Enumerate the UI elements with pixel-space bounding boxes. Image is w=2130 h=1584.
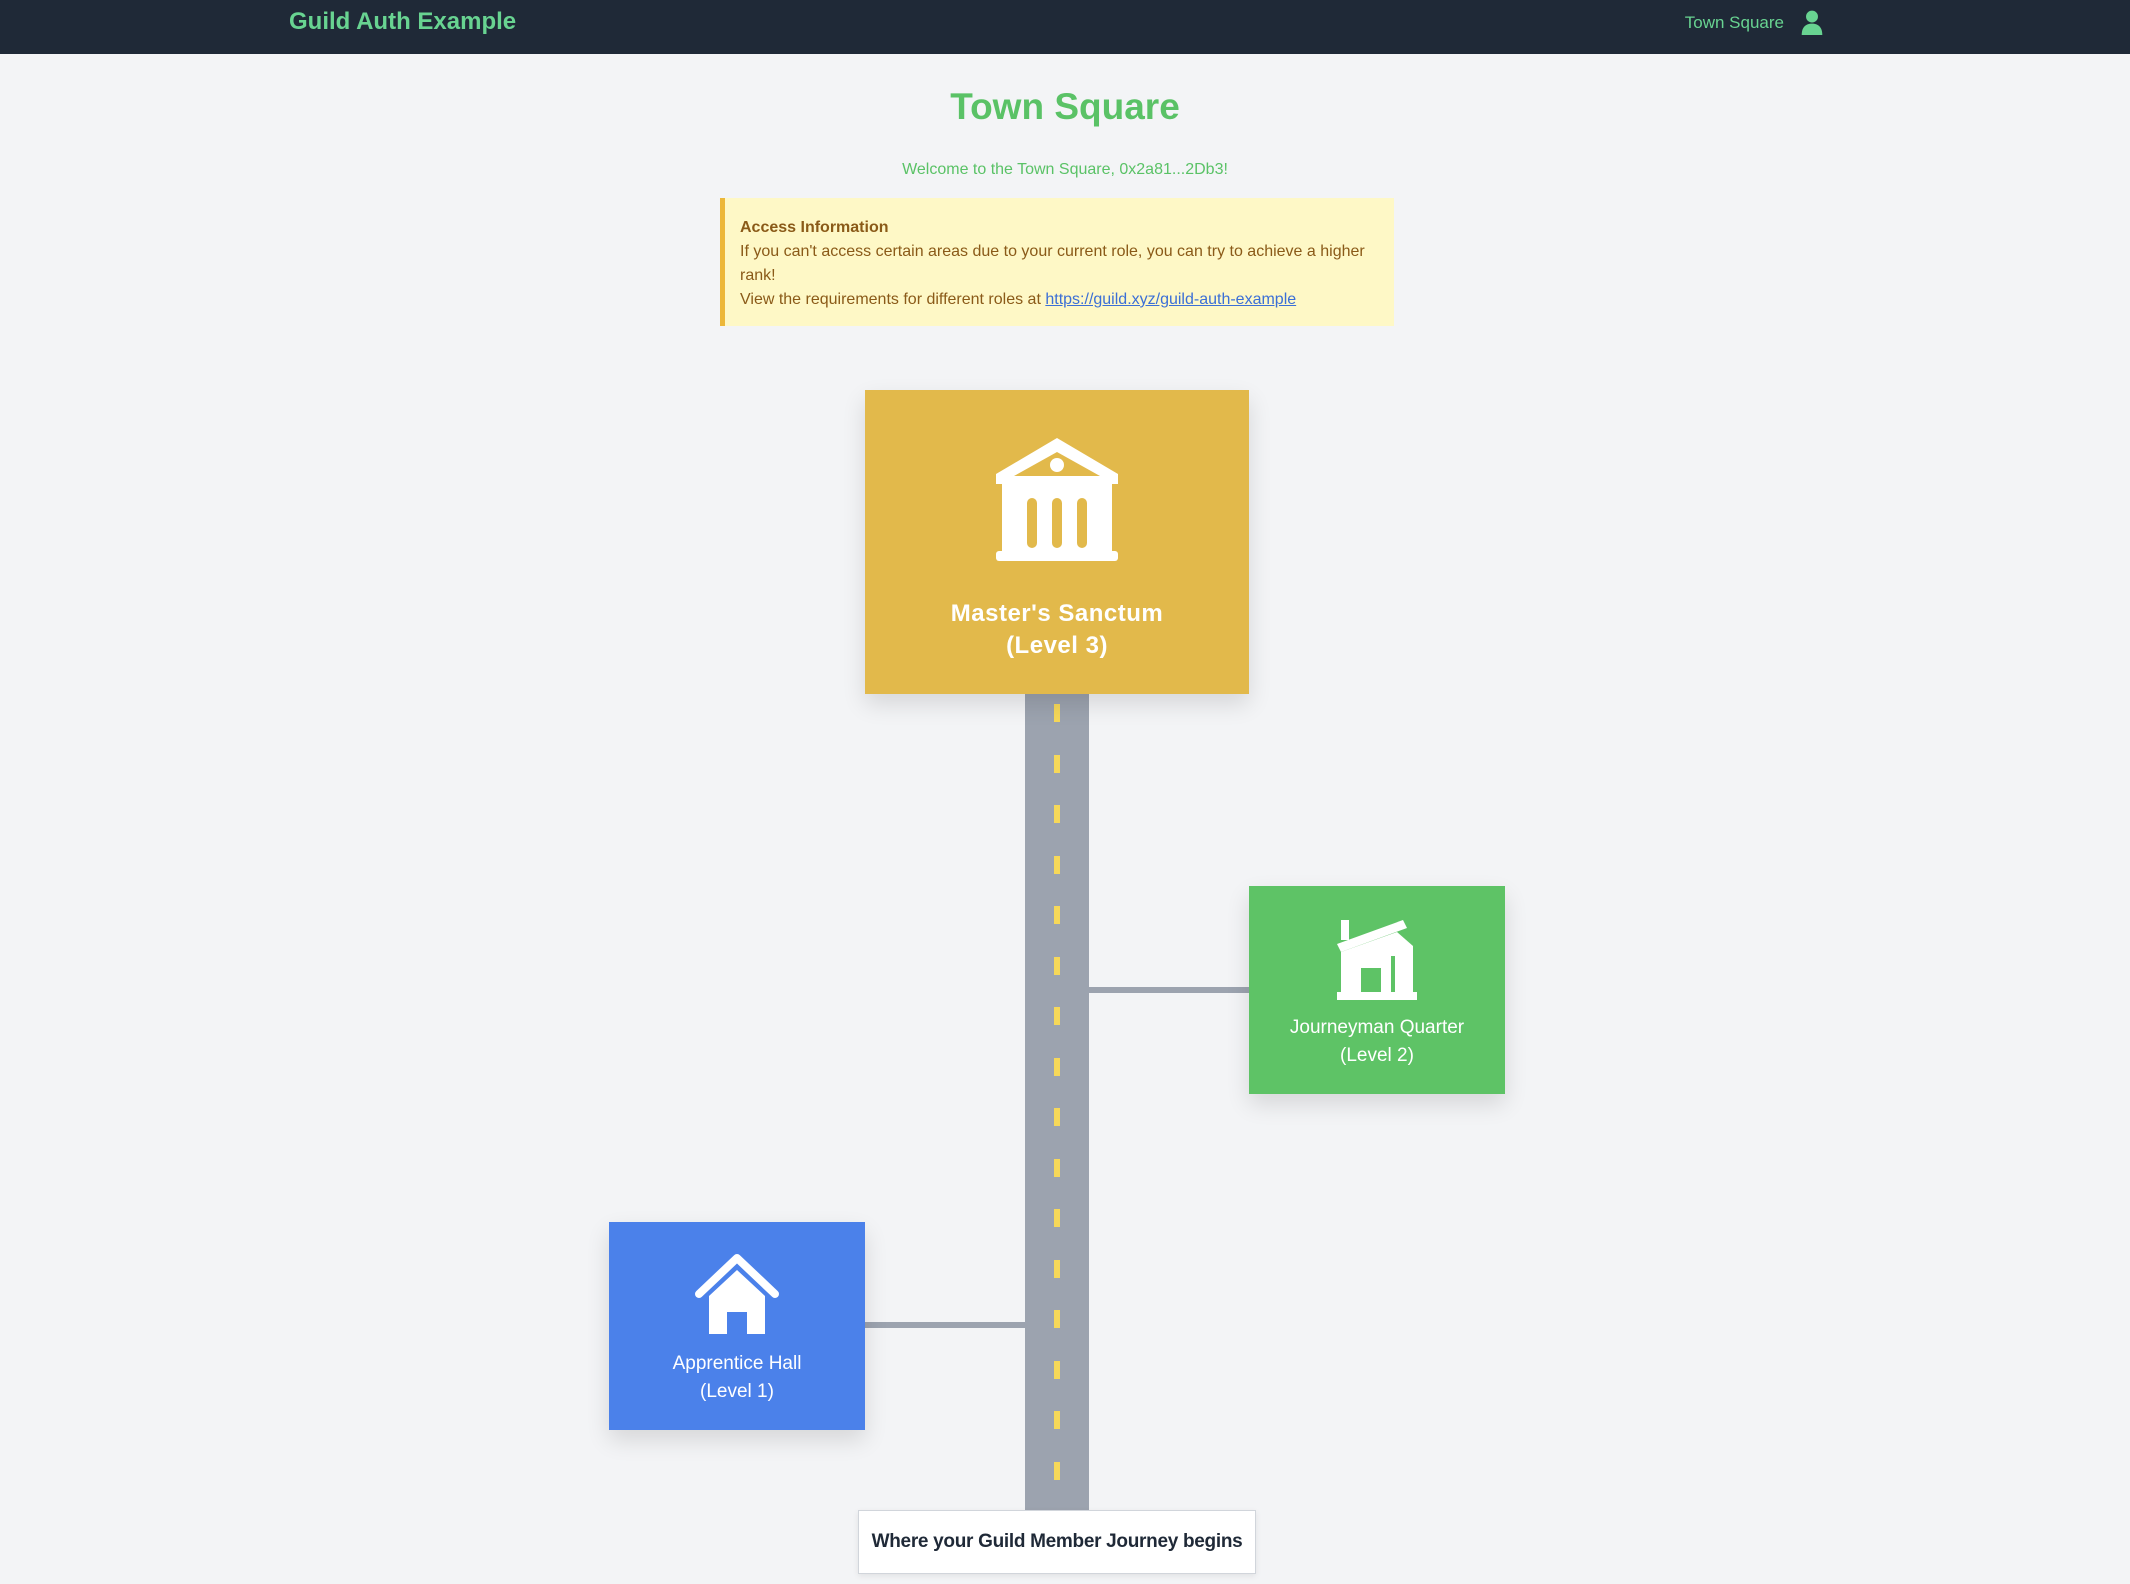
house-chimney-icon	[1337, 920, 1417, 1000]
nav-link-town-square[interactable]: Town Square	[1685, 13, 1784, 33]
road-dash	[1054, 755, 1060, 773]
road-dash	[1054, 1260, 1060, 1278]
welcome-message: Welcome to the Town Square, 0x2a81...2Db…	[902, 161, 1228, 178]
alert-requirements-text: View the requirements for different role…	[740, 291, 1041, 308]
road-dash	[1054, 957, 1060, 975]
road-dash	[1054, 906, 1060, 924]
navbar: Guild Auth Example Town Square	[0, 0, 2130, 54]
apprentice-hall-name: Apprentice Hall	[672, 1353, 802, 1374]
bank-icon	[996, 438, 1118, 561]
access-info-alert: Access Information If you can't access c…	[720, 198, 1394, 326]
page-title: Town Square	[950, 86, 1180, 127]
apprentice-hall-label: Apprentice Hall (Level 1)	[609, 1350, 865, 1406]
road-dash	[1054, 704, 1060, 722]
road-dash	[1054, 1058, 1060, 1076]
guild-requirements-link[interactable]: https://guild.xyz/guild-auth-example	[1045, 291, 1296, 308]
journey-start-label: Where your Guild Member Journey begins	[858, 1510, 1256, 1574]
road-dash	[1054, 1159, 1060, 1177]
journeyman-quarter-building[interactable]: Journeyman Quarter (Level 2)	[1249, 886, 1505, 1094]
alert-text: If you can't access certain areas due to…	[740, 243, 1365, 284]
road-dash	[1054, 805, 1060, 823]
brand-link[interactable]: Guild Auth Example	[289, 9, 516, 35]
journeyman-quarter-level: (Level 2)	[1340, 1045, 1414, 1066]
road-dash	[1054, 1209, 1060, 1227]
alert-title: Access Information	[740, 219, 889, 236]
masters-sanctum-level: (Level 3)	[1006, 632, 1108, 659]
road-dash	[1054, 1108, 1060, 1126]
apprentice-connector	[865, 1322, 1025, 1328]
road-dash	[1054, 1310, 1060, 1328]
alert-requirements-line: View the requirements for different role…	[740, 288, 1394, 312]
apprentice-hall-level: (Level 1)	[700, 1381, 774, 1402]
road-dash	[1054, 1007, 1060, 1025]
journeyman-quarter-name: Journeyman Quarter	[1289, 1017, 1465, 1038]
masters-sanctum-name: Master's Sanctum	[950, 600, 1164, 627]
home-icon	[695, 1254, 779, 1334]
road-dash	[1054, 1411, 1060, 1429]
apprentice-hall-building[interactable]: Apprentice Hall (Level 1)	[609, 1222, 865, 1430]
journeyman-quarter-label: Journeyman Quarter (Level 2)	[1249, 1014, 1505, 1070]
masters-sanctum-building[interactable]: Master's Sanctum (Level 3)	[865, 390, 1249, 694]
user-icon[interactable]	[1799, 9, 1825, 35]
road	[1025, 694, 1089, 1510]
road-dash	[1054, 1361, 1060, 1379]
road-dash	[1054, 1462, 1060, 1480]
journeyman-connector	[1089, 987, 1249, 993]
masters-sanctum-label: Master's Sanctum (Level 3)	[865, 598, 1249, 662]
road-dash	[1054, 856, 1060, 874]
